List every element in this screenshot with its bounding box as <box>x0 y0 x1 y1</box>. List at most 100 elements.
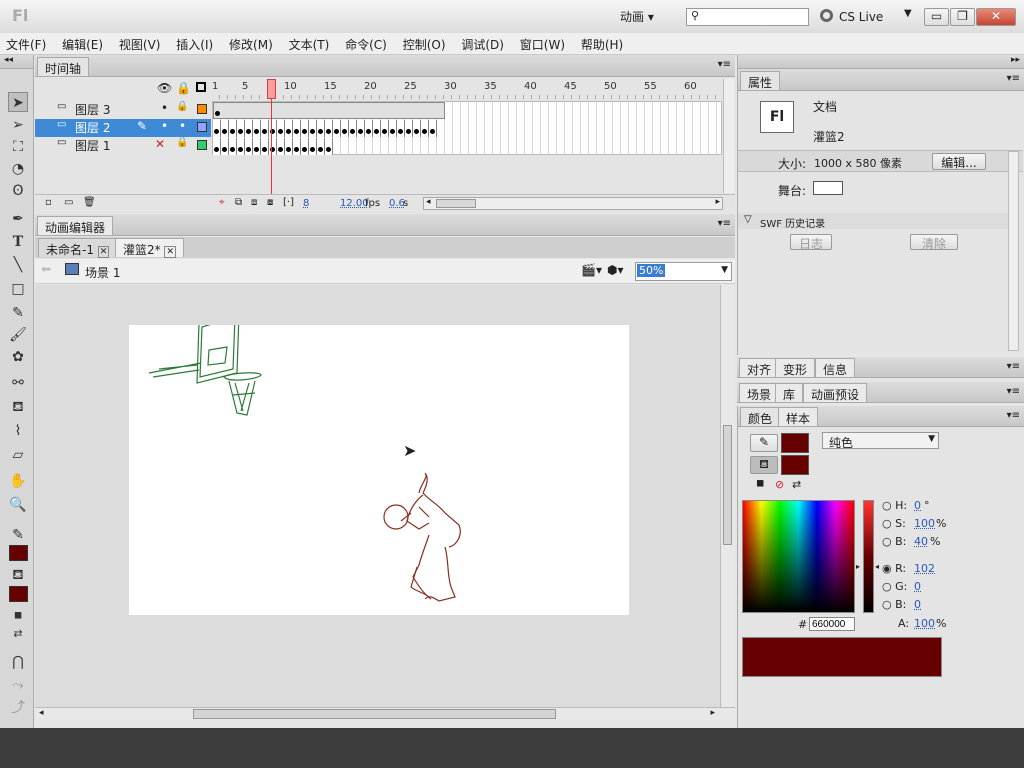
frames-grid[interactable] <box>212 101 722 155</box>
3d-rotation-tool-icon[interactable]: ◔ <box>8 159 28 179</box>
modify-markers-icon[interactable]: [·] <box>283 197 294 208</box>
doc-tab-active[interactable]: 灌篮2* ✕ <box>115 238 185 258</box>
stroke-color-button[interactable]: ✎ <box>750 434 778 452</box>
fill-color-button[interactable]: ⛾ <box>750 456 778 474</box>
stage-drawing[interactable] <box>129 312 629 615</box>
menu-insert[interactable]: 插入(I) <box>170 33 219 53</box>
tab-swatches[interactable]: 样本 <box>778 407 819 426</box>
tab-color[interactable]: 颜色 <box>740 407 781 426</box>
outline-icon[interactable] <box>196 82 206 92</box>
swf-history-header[interactable]: ▽ SWF 历史记录 <box>738 213 1008 230</box>
cs-live-dropdown-icon[interactable]: ▼ <box>904 8 912 19</box>
eye-icon[interactable]: 👁 <box>157 81 172 95</box>
close-button[interactable]: ✕ <box>976 8 1016 26</box>
hex-input[interactable] <box>809 617 855 631</box>
saturation-radio[interactable]: ○ S: <box>882 517 906 530</box>
tab-timeline[interactable]: 时间轴 <box>37 57 90 76</box>
layer-lock-icon[interactable]: 🔒 <box>176 137 188 148</box>
layer2-keyframes[interactable] <box>213 120 437 137</box>
menu-window[interactable]: 窗口(W) <box>514 33 571 53</box>
edit-multiple-icon[interactable]: ⧇ <box>267 197 273 208</box>
layer-name[interactable]: 图层 1 <box>75 137 110 154</box>
tab-motion-presets[interactable]: 动画预设 <box>803 383 868 402</box>
green-radio[interactable]: ○ G: <box>882 580 907 593</box>
panel-options-icon[interactable]: ▾≡ <box>1007 361 1020 372</box>
panel-options-icon[interactable]: ▾≡ <box>1007 73 1020 84</box>
edit-size-button[interactable]: 编辑... <box>932 153 986 170</box>
swap-colors-icon[interactable]: ⇄ <box>792 478 801 491</box>
hand-tool-icon[interactable]: ✋ <box>8 471 28 491</box>
panel-collapse-icon[interactable]: ▸▸ <box>738 55 1024 69</box>
brush-tool-icon[interactable]: 🖌 <box>8 325 28 345</box>
panel-options-icon[interactable]: ▾≡ <box>1007 386 1020 397</box>
panel-options-icon[interactable]: ▾≡ <box>1007 410 1020 421</box>
panel-options-icon[interactable]: ▾≡ <box>718 218 731 229</box>
color-spectrum-picker[interactable] <box>742 500 855 613</box>
swap-colors-icon[interactable]: ⇄ <box>8 624 28 644</box>
menu-control[interactable]: 控制(O) <box>397 33 452 53</box>
layer-color-swatch[interactable] <box>197 122 207 132</box>
clear-button[interactable]: 清除 <box>910 234 958 251</box>
default-colors-icon[interactable]: ◼ <box>8 606 28 626</box>
help-search-input[interactable] <box>686 8 809 26</box>
hidden-x-icon[interactable]: ✕ <box>155 137 165 151</box>
layer-name[interactable]: 图层 3 <box>75 101 110 118</box>
stage-canvas[interactable] <box>129 312 629 615</box>
restore-button[interactable]: ❐ <box>950 8 975 26</box>
slider-arrow-icon[interactable]: ▸ <box>856 562 860 571</box>
frame-ruler[interactable]: 1 5 10 15 20 25 30 35 40 45 50 55 60 <box>212 79 722 99</box>
panel-options-icon[interactable]: ▾≡ <box>718 59 731 70</box>
playhead[interactable] <box>267 79 276 99</box>
new-layer-icon[interactable]: ▫ <box>45 197 52 208</box>
edit-scene-icon[interactable]: 🎬▾ <box>581 263 602 277</box>
fill-type-select[interactable]: 纯色 ▼ <box>822 432 939 450</box>
black-white-icon[interactable]: ◼ <box>756 478 764 489</box>
blue-value[interactable]: 0 <box>914 598 921 611</box>
pen-tool-icon[interactable]: ✒ <box>8 209 28 229</box>
tab-motion-editor[interactable]: 动画编辑器 <box>37 216 114 235</box>
red-value[interactable]: 102 <box>914 562 935 575</box>
layer3-frames[interactable] <box>213 102 445 119</box>
snap-to-objects-icon[interactable]: ⋂ <box>8 652 28 672</box>
tools-collapse-icon[interactable]: ◂◂ <box>0 55 33 69</box>
paint-bucket-tool-icon[interactable]: ⛾ <box>8 397 28 417</box>
lock-dot-icon[interactable]: • <box>179 119 186 133</box>
menu-modify[interactable]: 修改(M) <box>223 33 279 53</box>
tab-transform[interactable]: 变形 <box>775 358 816 377</box>
hue-value[interactable]: 0 <box>914 499 921 512</box>
text-tool-icon[interactable]: T <box>8 232 28 252</box>
cs-live-button[interactable]: CS Live <box>839 10 883 24</box>
center-frame-icon[interactable]: ⌖ <box>219 197 225 208</box>
menu-text[interactable]: 文本(T) <box>283 33 336 53</box>
minimize-button[interactable]: ▭ <box>924 8 949 26</box>
stage-color-swatch[interactable] <box>813 181 843 195</box>
zoom-tool-icon[interactable]: 🔍 <box>8 495 28 515</box>
brightness-value[interactable]: 40 <box>914 535 928 548</box>
selection-tool-icon[interactable]: ➤ <box>8 92 28 112</box>
bone-tool-icon[interactable]: ⚯ <box>8 373 28 393</box>
saturation-value[interactable]: 100 <box>914 517 935 530</box>
layer-row[interactable]: ▭ 图层 3 • 🔒 <box>35 101 211 119</box>
tab-library[interactable]: 库 <box>775 383 804 402</box>
edit-symbols-icon[interactable]: ⬢▾ <box>607 263 624 277</box>
stroke-color-chip[interactable] <box>781 433 809 453</box>
lasso-tool-icon[interactable]: ʘ <box>8 181 28 201</box>
log-button[interactable]: 日志 <box>790 234 832 251</box>
layer1-keyframes[interactable] <box>213 138 333 155</box>
layer-color-swatch[interactable] <box>197 140 207 150</box>
brightness-radio[interactable]: ○ B: <box>882 535 906 548</box>
new-folder-icon[interactable]: ▭ <box>64 197 73 208</box>
menu-commands[interactable]: 命令(C) <box>339 33 393 53</box>
alpha-value[interactable]: 100 <box>914 617 935 630</box>
fill-color-swatch[interactable] <box>9 586 28 602</box>
workspace-switcher[interactable]: 动画 ▾ <box>620 8 654 25</box>
fill-color-chip[interactable] <box>781 455 809 475</box>
brightness-slider[interactable] <box>863 500 874 613</box>
rectangle-tool-icon[interactable]: □ <box>8 279 28 299</box>
eyedropper-tool-icon[interactable]: ⌇ <box>8 421 28 441</box>
tab-info[interactable]: 信息 <box>815 358 856 377</box>
tab-align[interactable]: 对齐 <box>739 358 780 377</box>
doc-tab-untitled[interactable]: 未命名-1 ✕ <box>38 238 118 258</box>
lock-icon[interactable]: 🔒 <box>176 81 191 95</box>
tab-properties[interactable]: 属性 <box>740 71 781 90</box>
